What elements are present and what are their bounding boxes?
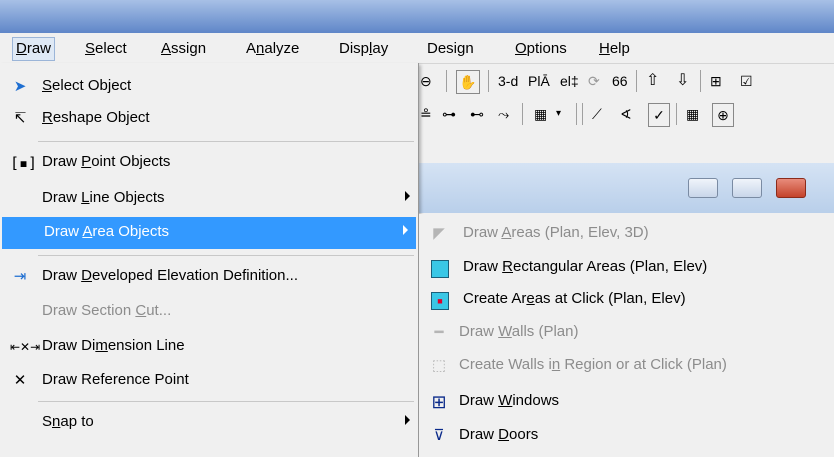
- area-objects-submenu: ◤ Draw Areas (Plan, Elev, 3D) Draw Recta…: [418, 214, 834, 457]
- walls-region-icon: ⬚: [431, 357, 447, 374]
- app-title-bar: [0, 0, 834, 33]
- pan-icon[interactable]: ✋: [456, 70, 480, 94]
- view-3d-button[interactable]: 3-d: [498, 70, 518, 92]
- menu-item-snap-to[interactable]: Snap to: [0, 407, 418, 439]
- menu-help[interactable]: Help: [596, 38, 633, 60]
- menu-item-reshape-object[interactable]: ↸ Reshape Object: [0, 103, 418, 135]
- zoom-icon[interactable]: ≗: [420, 103, 432, 125]
- link-icon[interactable]: ⊶: [442, 103, 456, 125]
- submenu-arrow-icon: [403, 225, 408, 235]
- menu-design[interactable]: Design: [424, 38, 477, 60]
- elevation-view-button[interactable]: el‡: [560, 70, 579, 92]
- submenu-item-draw-rectangular-areas[interactable]: Draw Rectangular Areas (Plan, Elev): [419, 252, 834, 284]
- draw-line-icon[interactable]: ⟋: [592, 103, 602, 125]
- draw-menu: ➤ Select Object ↸ Reshape Object [▪] Dra…: [0, 63, 419, 457]
- dimension-line-icon: ⇤✕⇥: [10, 340, 41, 354]
- check-area-icon[interactable]: ✓: [648, 103, 670, 127]
- menu-draw[interactable]: Draw: [12, 37, 56, 61]
- perspective-icon[interactable]: 66: [612, 70, 628, 92]
- draw-areas-icon: ◤: [433, 225, 445, 242]
- windows-icon: ⊞: [431, 392, 447, 412]
- submenu-item-draw-walls: ━ Draw Walls (Plan): [419, 317, 834, 349]
- submenu-arrow-icon: [405, 191, 410, 201]
- child-window-title-bar: [410, 163, 834, 213]
- assign-icon[interactable]: ▦: [534, 103, 547, 125]
- doors-icon: ⊽: [433, 427, 445, 444]
- draw-angle-icon[interactable]: ∢: [620, 103, 632, 125]
- rotate-icon[interactable]: ⊖: [420, 70, 432, 92]
- menu-item-draw-point-objects[interactable]: [▪] Draw Point Objects: [0, 147, 418, 179]
- dimension-icon[interactable]: ⊷: [470, 103, 484, 125]
- rectangular-area-icon: [431, 260, 449, 278]
- menu-item-draw-area-objects[interactable]: Draw Area Objects: [2, 217, 416, 249]
- reshape-icon: ↸: [13, 110, 27, 127]
- grid-icon[interactable]: ▦: [686, 103, 699, 125]
- chevron-down-icon[interactable]: ▾: [556, 103, 561, 125]
- menu-item-select-object[interactable]: ➤ Select Object: [0, 71, 418, 103]
- menu-bar: Draw Select Assign Analyze Display Desig…: [0, 33, 834, 64]
- rotate-3d-icon[interactable]: ⟳: [588, 70, 600, 92]
- submenu-item-create-areas-at-click[interactable]: ■ Create Areas at Click (Plan, Elev): [419, 284, 834, 316]
- menu-assign[interactable]: Assign: [158, 38, 209, 60]
- menu-display[interactable]: Display: [336, 38, 391, 60]
- submenu-item-draw-areas: ◤ Draw Areas (Plan, Elev, 3D): [419, 218, 834, 250]
- submenu-arrow-icon: [405, 415, 410, 425]
- minimize-button[interactable]: [688, 178, 718, 198]
- menu-divider: [38, 141, 414, 142]
- maximize-button[interactable]: [732, 178, 762, 198]
- pointer-icon: ➤: [13, 78, 27, 95]
- menu-options[interactable]: Options: [512, 38, 570, 60]
- menu-item-draw-line-objects[interactable]: Draw Line Objects: [0, 183, 418, 215]
- submenu-item-draw-doors[interactable]: ⊽ Draw Doors: [419, 420, 834, 452]
- snap-icon[interactable]: ⊕: [712, 103, 734, 127]
- close-button[interactable]: [776, 178, 806, 198]
- plan-view-button[interactable]: PlĀ: [528, 70, 550, 92]
- menu-divider: [38, 255, 414, 256]
- menu-item-draw-reference-point[interactable]: ✕ Draw Reference Point: [0, 365, 418, 397]
- move-down-icon[interactable]: ⇩: [676, 70, 689, 92]
- submenu-item-draw-windows[interactable]: ⊞ Draw Windows: [419, 386, 834, 418]
- menu-item-draw-dimension-line[interactable]: ⇤✕⇥ Draw Dimension Line: [0, 331, 418, 363]
- menu-analyze[interactable]: Analyze: [243, 38, 302, 60]
- reference-point-icon: ✕: [13, 372, 27, 389]
- area-click-icon: ■: [431, 292, 449, 310]
- developed-elevation-icon: ⇥: [13, 268, 27, 285]
- menu-item-draw-developed-elevation[interactable]: ⇥ Draw Developed Elevation Definition...: [0, 261, 418, 293]
- menu-item-draw-section-cut: Draw Section Cut...: [42, 302, 172, 319]
- point-object-icon: [▪]: [10, 154, 38, 172]
- walls-icon: ━: [434, 324, 444, 341]
- menu-divider: [38, 401, 414, 402]
- menu-select[interactable]: Select: [82, 38, 130, 60]
- brace-icon[interactable]: ⤳: [498, 103, 509, 125]
- move-up-icon[interactable]: ⇧: [646, 70, 659, 92]
- set-display-icon[interactable]: ☑: [740, 70, 753, 92]
- submenu-item-create-walls-region: ⬚ Create Walls in Region or at Click (Pl…: [419, 350, 834, 382]
- object-shrink-icon[interactable]: ⊞: [710, 70, 722, 92]
